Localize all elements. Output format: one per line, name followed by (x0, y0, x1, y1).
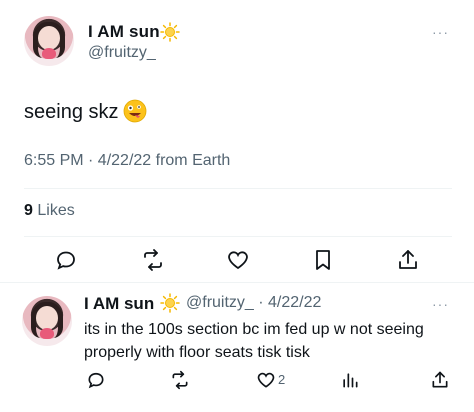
avatar-face (36, 306, 58, 330)
more-options-icon[interactable]: ··· (432, 24, 449, 40)
avatar-face (38, 26, 60, 50)
likes-count[interactable]: 9 Likes (24, 202, 75, 220)
avatar[interactable] (24, 16, 74, 66)
share-icon[interactable] (396, 248, 420, 272)
more-options-icon[interactable]: ··· (432, 296, 449, 312)
display-name[interactable]: I AM sun (88, 22, 160, 42)
bookmark-icon[interactable] (311, 248, 335, 272)
reply-display-name[interactable]: I AM sun (84, 294, 154, 314)
heart-icon[interactable] (256, 370, 276, 390)
avatar[interactable] (22, 296, 72, 346)
divider (24, 236, 452, 237)
reply-icon[interactable] (86, 370, 106, 390)
heart-icon[interactable] (226, 248, 250, 272)
reply-like-count: 2 (278, 372, 286, 387)
reply-handle-date[interactable]: @fruitzy_ · 4/22/22 (186, 294, 321, 312)
reply-icon[interactable] (54, 248, 78, 272)
reply-text: its in the 100s section bc im fed up w n… (84, 321, 424, 361)
likes-label: Likes (37, 202, 75, 219)
retweet-icon[interactable] (141, 248, 165, 272)
sun-icon (160, 293, 180, 313)
share-icon[interactable] (430, 370, 450, 390)
sun-icon (160, 22, 180, 42)
likes-number: 9 (24, 202, 33, 219)
handle[interactable]: @fruitzy_ (88, 44, 156, 62)
avatar-heart (40, 328, 54, 339)
tweet-separator (0, 282, 474, 283)
tweet-timestamp[interactable]: 6:55 PM · 4/22/22 from Earth (24, 152, 230, 170)
divider (24, 188, 452, 189)
main-tweet: I AM sun @fruitzy_ ··· seeing skz 6:55 P… (0, 0, 474, 280)
retweet-icon[interactable] (170, 370, 190, 390)
zany-face-emoji (123, 99, 147, 123)
avatar-heart (42, 48, 56, 59)
tweet-text: seeing skz (24, 101, 119, 123)
views-icon[interactable] (340, 370, 360, 390)
